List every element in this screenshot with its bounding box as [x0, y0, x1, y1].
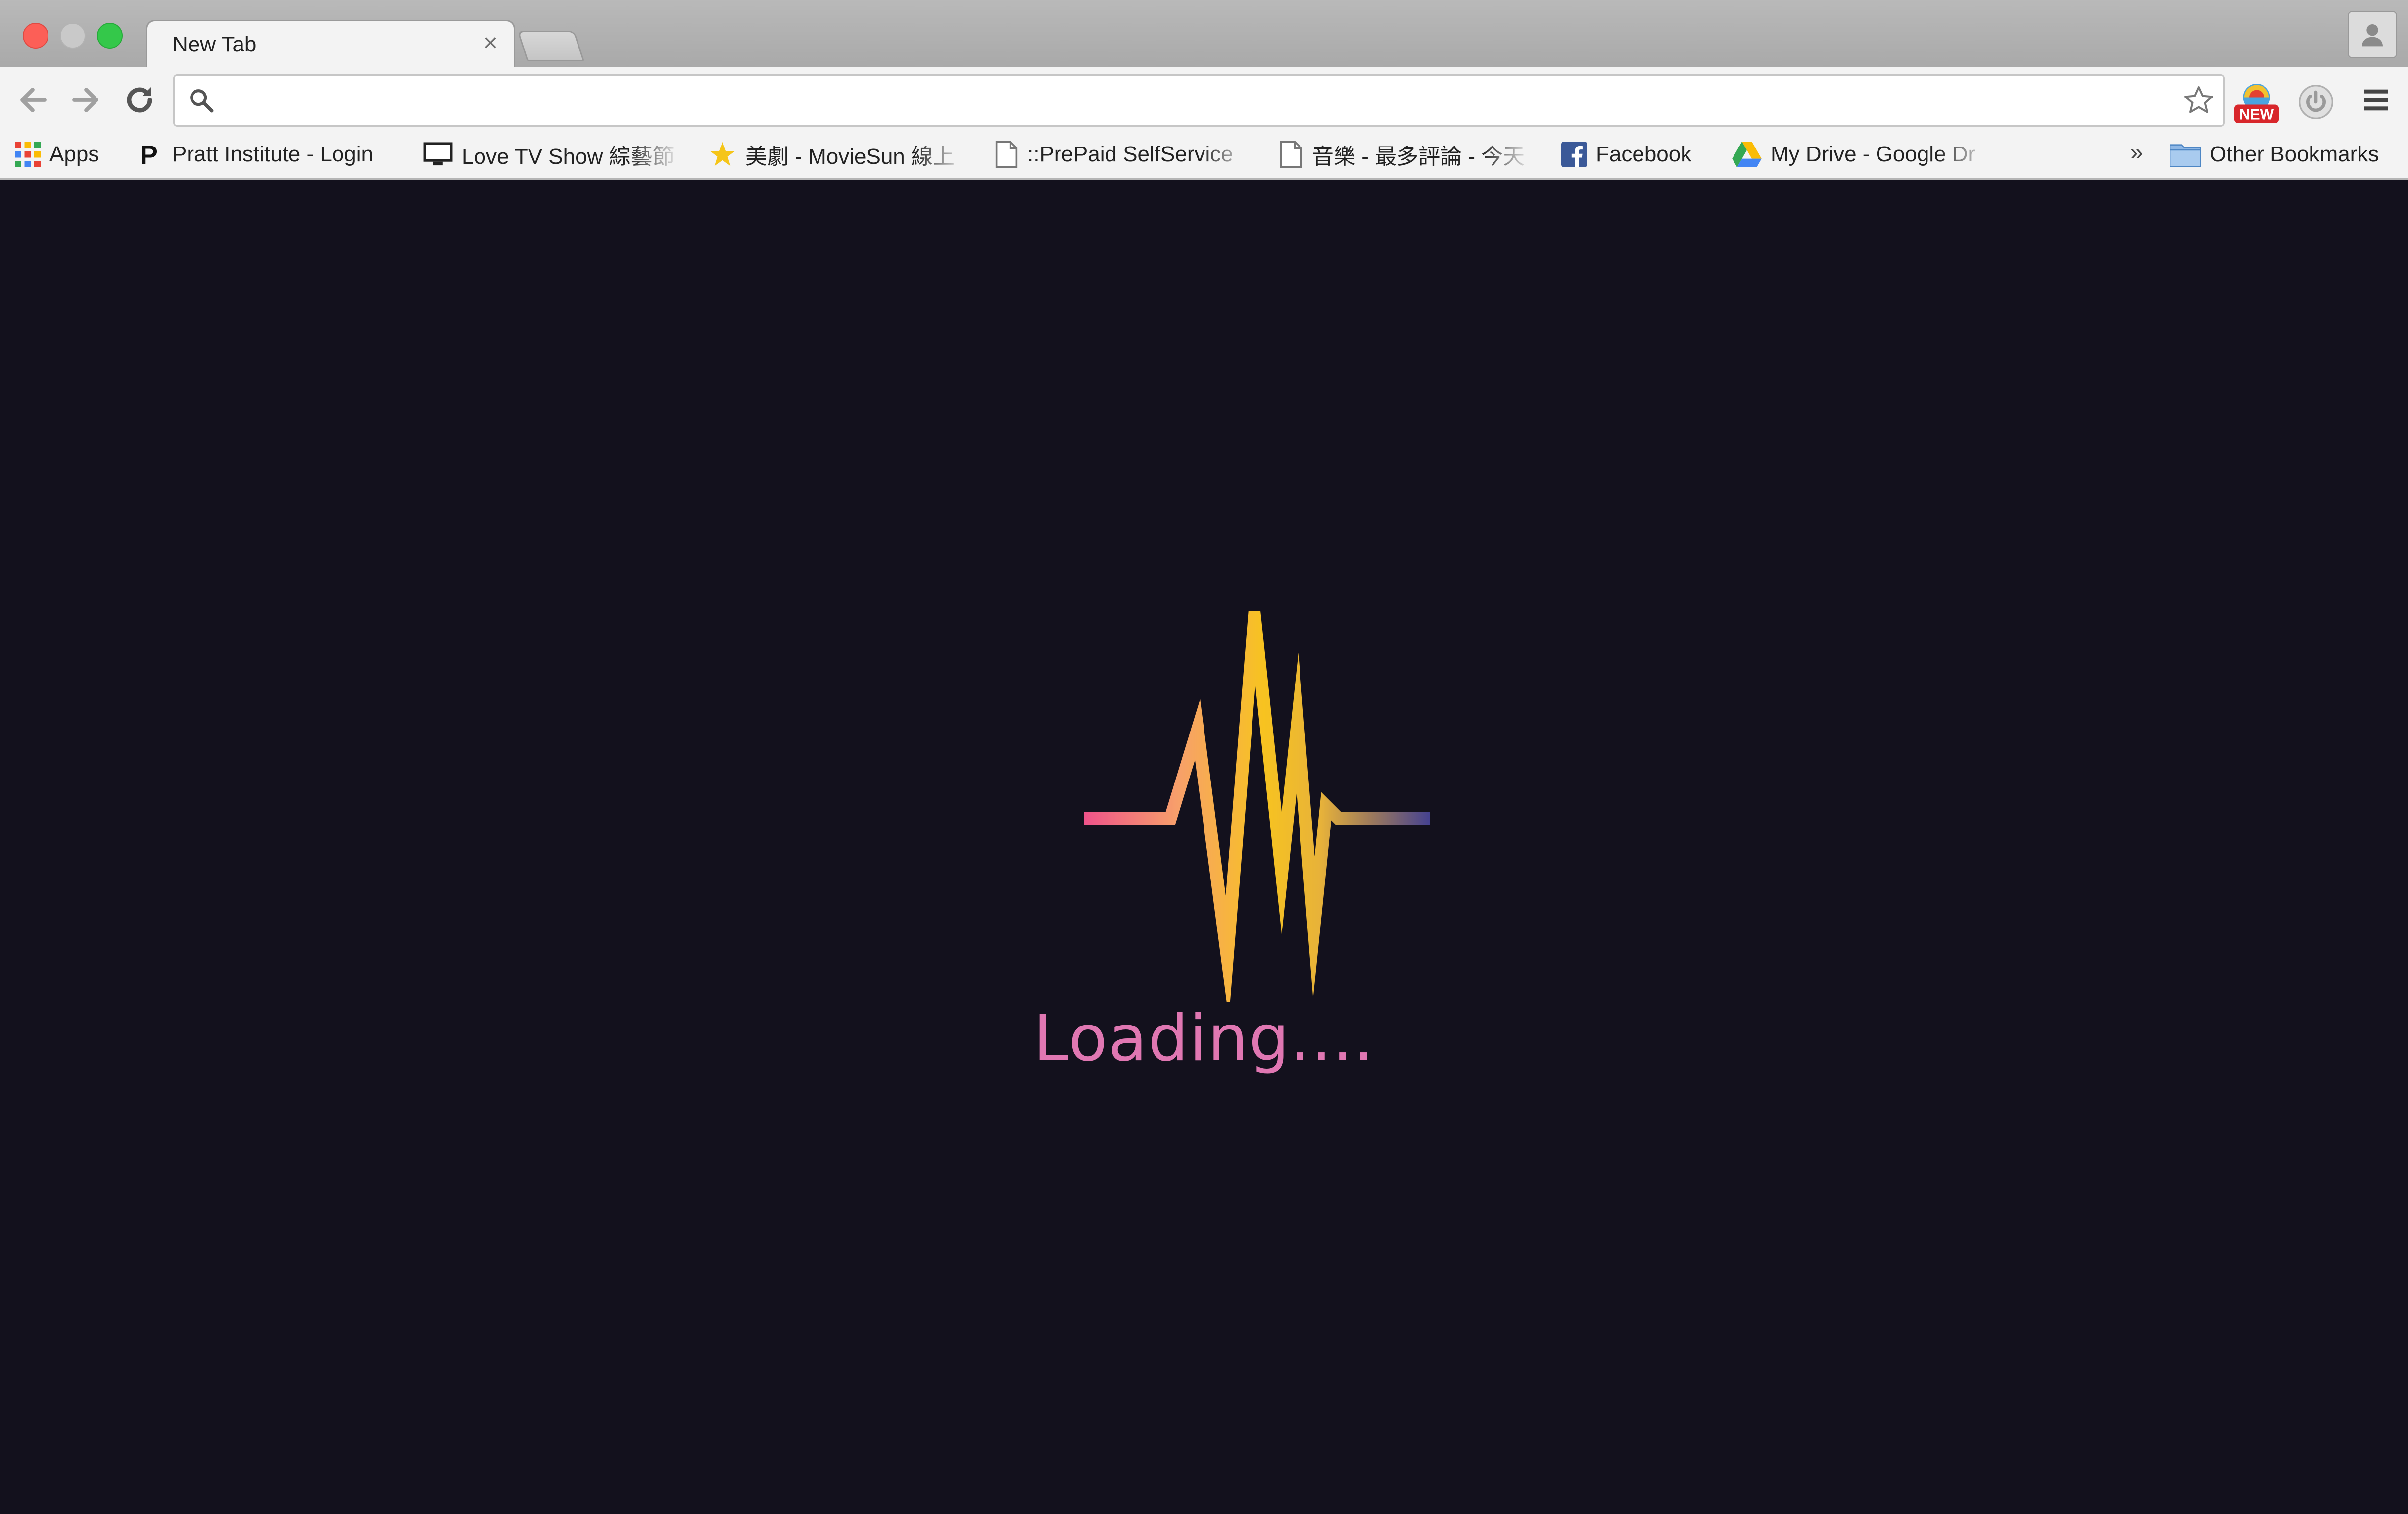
- tab-title: New Tab: [172, 32, 257, 56]
- bookmark-label: Pratt Institute - Login: [172, 142, 373, 166]
- bookmark-label: ::PrePaid SelfService: [1027, 142, 1233, 166]
- bookmark-google-drive[interactable]: My Drive - Google Dr: [1732, 137, 1989, 172]
- reload-icon[interactable]: [122, 82, 157, 118]
- title-bar: New Tab ×: [0, 0, 2408, 69]
- bookmark-other[interactable]: Other Bookmarks: [2170, 137, 2379, 172]
- bookmark-facebook[interactable]: Facebook: [1561, 137, 1691, 172]
- bookmark-moviesun[interactable]: 美劇 - MovieSun 線上: [709, 137, 966, 172]
- tv-monitor-icon: [423, 142, 453, 166]
- loading-text: Loading....: [1033, 1002, 1375, 1075]
- bookmark-star-icon[interactable]: [2182, 84, 2215, 117]
- page-content: Loading....: [0, 180, 2408, 1514]
- svg-text:P: P: [140, 141, 158, 168]
- window-minimize-button[interactable]: [60, 23, 86, 49]
- bookmark-label: Apps: [49, 142, 99, 166]
- address-input[interactable]: [224, 84, 2146, 116]
- facebook-icon: [1561, 142, 1587, 167]
- person-icon: [2362, 24, 2383, 47]
- bookmark-label: 音樂 - 最多評論 - 今天: [1312, 145, 1525, 169]
- browser-window: New Tab × NEW Apps P Pratt Institute - L…: [0, 0, 2408, 1514]
- bookmark-apps[interactable]: Apps: [15, 137, 99, 172]
- bookmark-love-tv[interactable]: Love TV Show 綜藝節: [423, 137, 680, 172]
- new-tab-button[interactable]: [517, 31, 585, 61]
- page-icon: [995, 141, 1018, 168]
- toolbar: NEW: [0, 67, 2408, 132]
- window-maximize-button[interactable]: [97, 23, 123, 49]
- address-bar[interactable]: [173, 74, 2225, 127]
- window-close-button[interactable]: [23, 23, 48, 49]
- bookmark-label: My Drive - Google Dr: [1771, 142, 1975, 166]
- bookmarks-bar: Apps P Pratt Institute - Login Love TV S…: [0, 132, 2408, 180]
- heartbeat-pulse-logo: [1084, 611, 1430, 1002]
- search-icon: [190, 89, 214, 113]
- bookmark-music[interactable]: 音樂 - 最多評論 - 今天: [1279, 137, 1532, 172]
- tab-close-icon[interactable]: ×: [483, 29, 498, 56]
- extension-badge-text: NEW: [2239, 107, 2274, 123]
- bookmark-pratt[interactable]: P Pratt Institute - Login: [139, 137, 373, 172]
- bookmark-label: Facebook: [1596, 142, 1692, 166]
- extension-new-icon[interactable]: NEW: [2232, 81, 2281, 126]
- tab-new-tab[interactable]: New Tab ×: [146, 20, 515, 69]
- bookmark-label: Other Bookmarks: [2210, 142, 2379, 166]
- menu-icon[interactable]: [2360, 84, 2392, 116]
- apps-grid-icon: [15, 142, 41, 167]
- forward-arrow-icon[interactable]: [68, 82, 104, 118]
- google-drive-icon: [1732, 142, 1762, 167]
- page-icon: [1280, 141, 1302, 168]
- bookmark-prepaid[interactable]: ::PrePaid SelfService: [995, 137, 1252, 172]
- star-favicon-icon: [710, 142, 735, 166]
- pratt-p-icon: P: [140, 141, 158, 168]
- bookmark-label: Love TV Show 綜藝節: [462, 145, 674, 169]
- folder-icon: [2170, 144, 2201, 167]
- back-arrow-icon[interactable]: [15, 82, 50, 118]
- bookmark-label: 美劇 - MovieSun 線上: [745, 145, 955, 169]
- profile-button[interactable]: [2348, 11, 2397, 58]
- power-extension-icon[interactable]: [2296, 82, 2336, 122]
- bookmarks-overflow-button[interactable]: »: [2130, 139, 2143, 165]
